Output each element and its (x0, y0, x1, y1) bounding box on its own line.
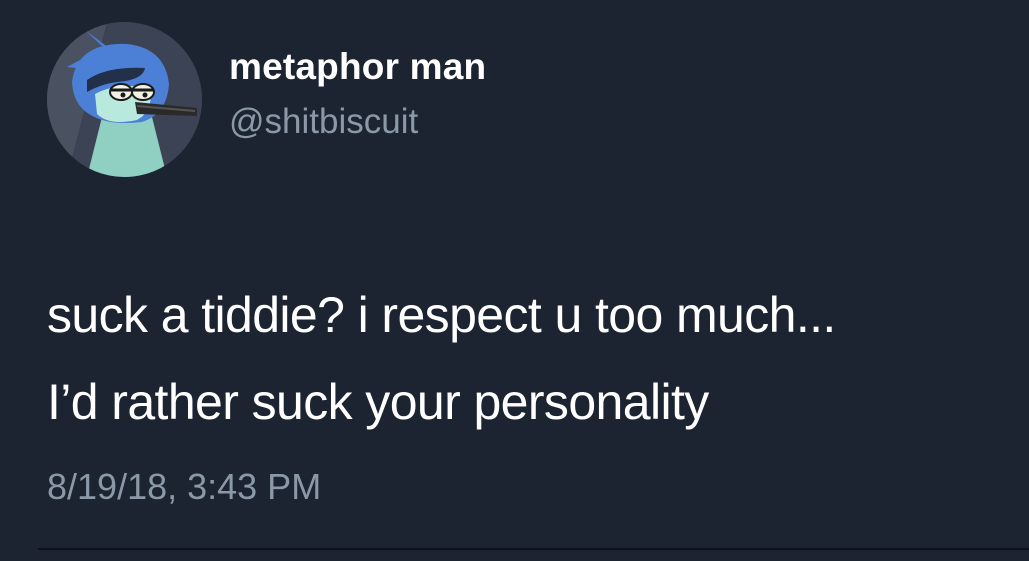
tweet-text-line: suck a tiddie? i respect u too much... (47, 287, 836, 343)
tweet-text-line: I’d rather suck your personality (47, 374, 709, 430)
divider (38, 548, 1029, 550)
tweet-text: suck a tiddie? i respect u too much... I… (47, 272, 1022, 446)
avatar[interactable] (47, 22, 202, 177)
user-handle[interactable]: @shitbiscuit (229, 102, 418, 142)
tweet-card: metaphor man @shitbiscuit suck a tiddie?… (0, 0, 1029, 561)
cartoon-bird-avatar-icon (47, 22, 202, 177)
display-name[interactable]: metaphor man (229, 46, 486, 88)
tweet-timestamp[interactable]: 8/19/18, 3:43 PM (47, 466, 321, 508)
